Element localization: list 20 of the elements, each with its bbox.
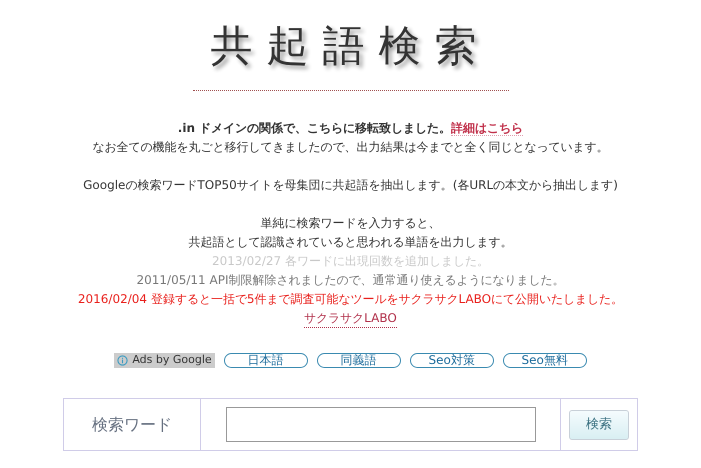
ad-link[interactable]: Seo無料 xyxy=(502,353,587,368)
notice-text: 単純に検索ワードを入力すると、 xyxy=(260,215,442,232)
search-field[interactable] xyxy=(226,407,536,442)
info-icon xyxy=(117,355,128,366)
ad-link[interactable]: Seo対策 xyxy=(410,353,494,368)
notice-text: Googleの検索ワードTOP50サイトを母集団に共起語を抽出します。(各URLの本文から抽出します) xyxy=(83,177,618,194)
ads-text: Ads by Google xyxy=(132,352,212,368)
search-label: 検索ワード xyxy=(92,414,172,436)
notice-text: 2016/02/04 登録すると一括で5件まで調査可能なツールをサクラサクLABOにて公開いたしました。 xyxy=(78,291,624,308)
labo-link[interactable]: サクラサクLABO xyxy=(304,309,397,328)
ad-link[interactable]: 同義語 xyxy=(316,353,401,368)
notice-text: 2011/05/11 API制限解除されましたので、通常通り使えるようになりました。 xyxy=(136,272,566,289)
site-logo: 共起語検索 xyxy=(210,20,490,72)
ad-link[interactable]: 日本語 xyxy=(224,353,308,368)
notice-text: 共起語として認識されていると思われる単語を出力します。 xyxy=(188,234,514,251)
search-button[interactable]: 検索 xyxy=(569,410,629,440)
details-link[interactable]: 詳細はこちら xyxy=(451,121,524,136)
ads-label[interactable]: Ads by Google xyxy=(114,353,215,368)
notice-text: なお全ての機能を丸ごと移行してきましたので、出力結果は今までと全く同じとなっています。 xyxy=(92,139,608,156)
notice-text: .in ドメインの関係で、こちらに移転致しました。詳細はこちら xyxy=(178,120,524,138)
